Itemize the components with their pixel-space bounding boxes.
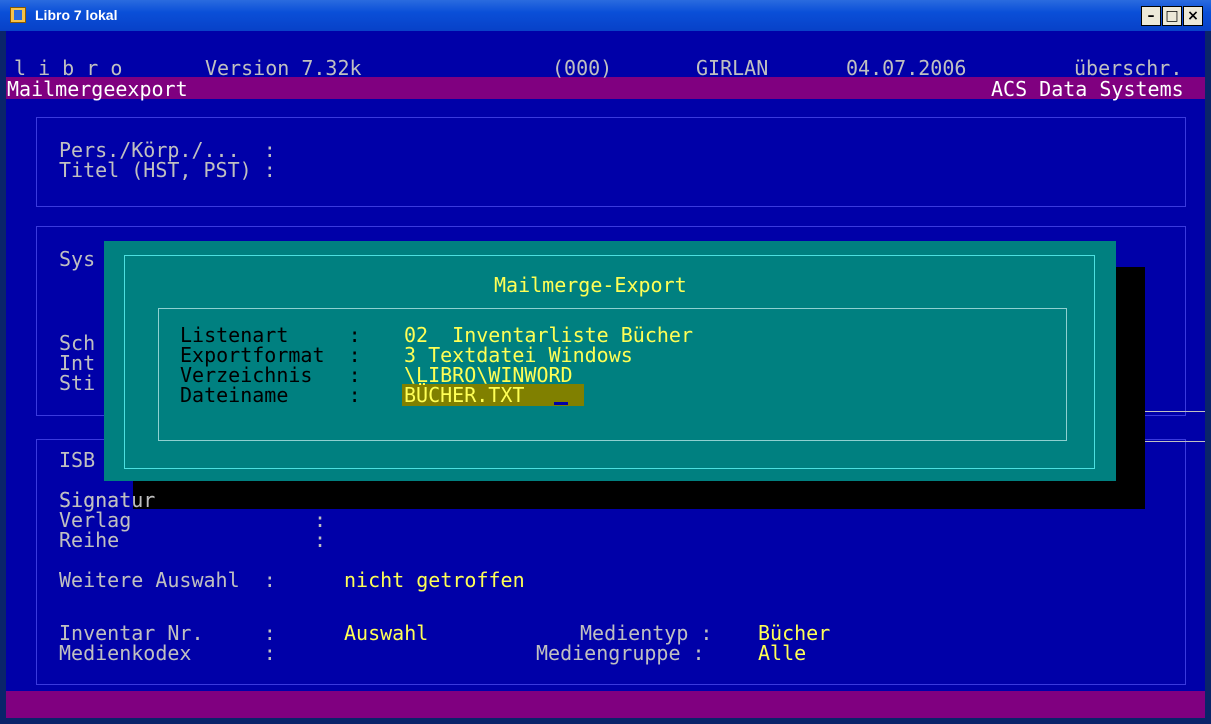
verzeichnis-value[interactable]: \LIBRO\WINWORD (404, 365, 573, 385)
separator-line (1145, 411, 1205, 412)
dateiname-input[interactable]: BÜCHER.TXT (404, 385, 524, 405)
dialog-shadow-bottom (133, 481, 1145, 509)
version-text: Version 7.32k (205, 56, 362, 80)
verlag-label: Verlag (59, 508, 132, 532)
reihe-label: Reihe (59, 528, 120, 552)
sti-label: Sti (59, 371, 96, 395)
sys-label: Sys (59, 247, 96, 271)
exportformat-value[interactable]: 3 Textdatei Windows (404, 345, 633, 365)
dateiname-label: Dateiname : (180, 383, 361, 407)
app-window: Libro 7 lokal – □ × l i b r o Version 7.… (0, 0, 1211, 724)
titel-label: Titel (HST, PST) : (59, 158, 276, 182)
verlag-sep: : (314, 508, 327, 532)
code-text: (000) (552, 56, 613, 80)
text-cursor (554, 402, 568, 405)
title-bar[interactable]: Libro 7 lokal – □ × (0, 0, 1211, 31)
dialog-shadow-right (1116, 267, 1145, 509)
weitere-label: Weitere Auswahl : (59, 568, 276, 592)
close-button[interactable]: × (1183, 6, 1203, 26)
terminal-screen[interactable]: l i b r o Version 7.32k (000) GIRLAN 04.… (6, 31, 1205, 718)
signatur-label-overlay: Signatur (59, 488, 156, 512)
listenart-value[interactable]: 02 Inventarliste Bücher (404, 325, 693, 345)
dialog-title: Mailmerge-Export (494, 273, 687, 297)
separator-line-2 (1145, 441, 1205, 442)
mode-text: überschr. (1074, 56, 1183, 80)
location-text: GIRLAN (696, 56, 769, 80)
app-icon[interactable] (10, 7, 26, 23)
int-label: Int (59, 351, 96, 375)
company-name: ACS Data Systems (991, 77, 1184, 101)
mediengruppe-value[interactable]: Alle (758, 643, 806, 663)
reihe-sep: : (314, 528, 327, 552)
maximize-button[interactable]: □ (1162, 6, 1182, 26)
weitere-value[interactable]: nicht getroffen (344, 570, 525, 590)
medientyp-label: Medientyp : (580, 621, 713, 645)
pers-label: Pers./Körp./... : (59, 138, 276, 162)
medientyp-value[interactable]: Bücher (758, 623, 830, 643)
verzeichnis-label: Verzeichnis : (180, 363, 361, 387)
listenart-label: Listenart : (180, 323, 361, 347)
status-bar (6, 691, 1205, 718)
module-title: Mailmergeexport (7, 77, 188, 101)
app-name: l i b r o (14, 56, 123, 80)
inventar-label: Inventar Nr. : (59, 621, 276, 645)
inventar-value[interactable]: Auswahl (344, 623, 428, 643)
mediengruppe-label: Mediengruppe : (536, 641, 705, 665)
isb-label: ISB (59, 448, 96, 472)
mailmerge-export-dialog[interactable]: Mailmerge-Export Listenart : 02 Inventar… (104, 241, 1116, 481)
sch-label: Sch (59, 331, 96, 355)
window-title: Libro 7 lokal (35, 7, 118, 23)
medienkodex-label: Medienkodex : (59, 641, 276, 665)
minimize-button[interactable]: – (1141, 6, 1161, 26)
exportformat-label: Exportformat : (180, 343, 361, 367)
date-text: 04.07.2006 (846, 56, 967, 80)
